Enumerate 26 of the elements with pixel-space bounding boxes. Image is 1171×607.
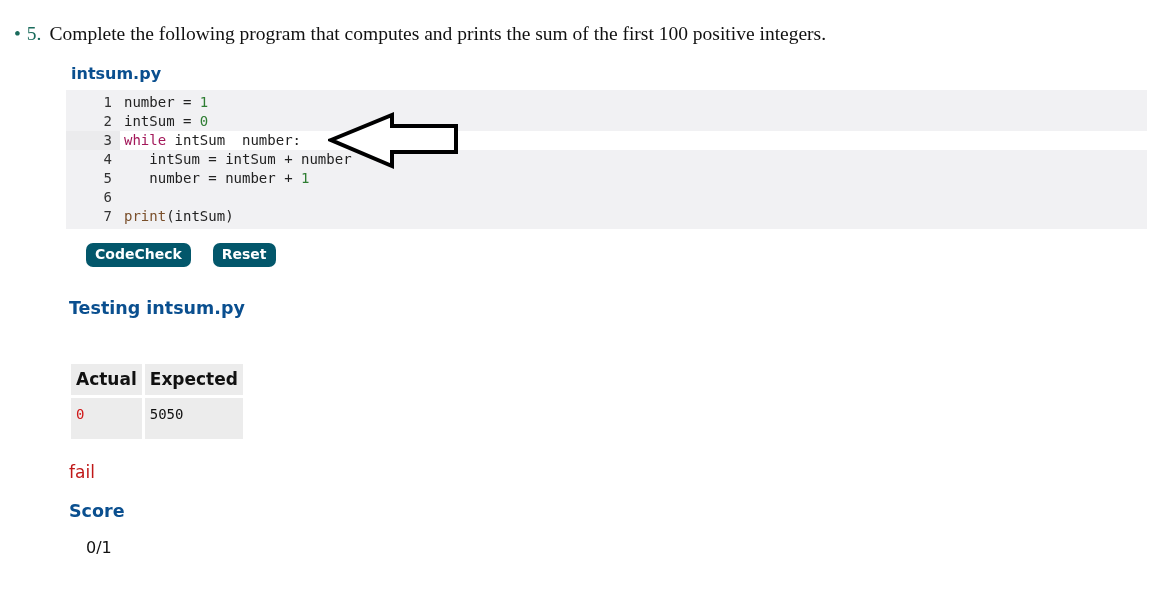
section-heading: Score bbox=[69, 499, 126, 523]
code-line: print(intSum) bbox=[123, 207, 235, 227]
column-header: Actual bbox=[71, 363, 145, 398]
table-cell: 5050 bbox=[144, 398, 246, 442]
line-number: 7 bbox=[102, 207, 113, 227]
question-number: 5. bbox=[26, 23, 42, 44]
section-heading: Testing intsum.py bbox=[69, 297, 246, 321]
file-title: intsum.py bbox=[71, 63, 163, 86]
table-cell: 0 bbox=[71, 398, 145, 442]
line-number: 4 bbox=[102, 150, 113, 170]
code-line: intSum = 0 bbox=[123, 112, 210, 132]
line-number: 3 bbox=[66, 131, 120, 151]
bullet: • bbox=[14, 23, 21, 44]
code-line: intSum = intSum + number bbox=[148, 150, 353, 170]
line-number: 1 bbox=[102, 93, 113, 113]
line-number: 5 bbox=[102, 169, 113, 189]
action-button[interactable]: Reset bbox=[212, 243, 276, 268]
line-number: 2 bbox=[102, 112, 113, 132]
code-line: number = 1 bbox=[123, 93, 210, 113]
action-button[interactable]: CodeCheck bbox=[86, 243, 191, 268]
question-text: Complete the following program that computes and prints the sum of the first 100 positive integers. bbox=[49, 23, 827, 44]
code-line: number = number + 1 bbox=[148, 169, 311, 189]
result-status: fail bbox=[69, 461, 96, 484]
score-value: 0/1 bbox=[86, 536, 113, 559]
line-number: 6 bbox=[102, 188, 113, 208]
column-header: Expected bbox=[144, 363, 246, 398]
